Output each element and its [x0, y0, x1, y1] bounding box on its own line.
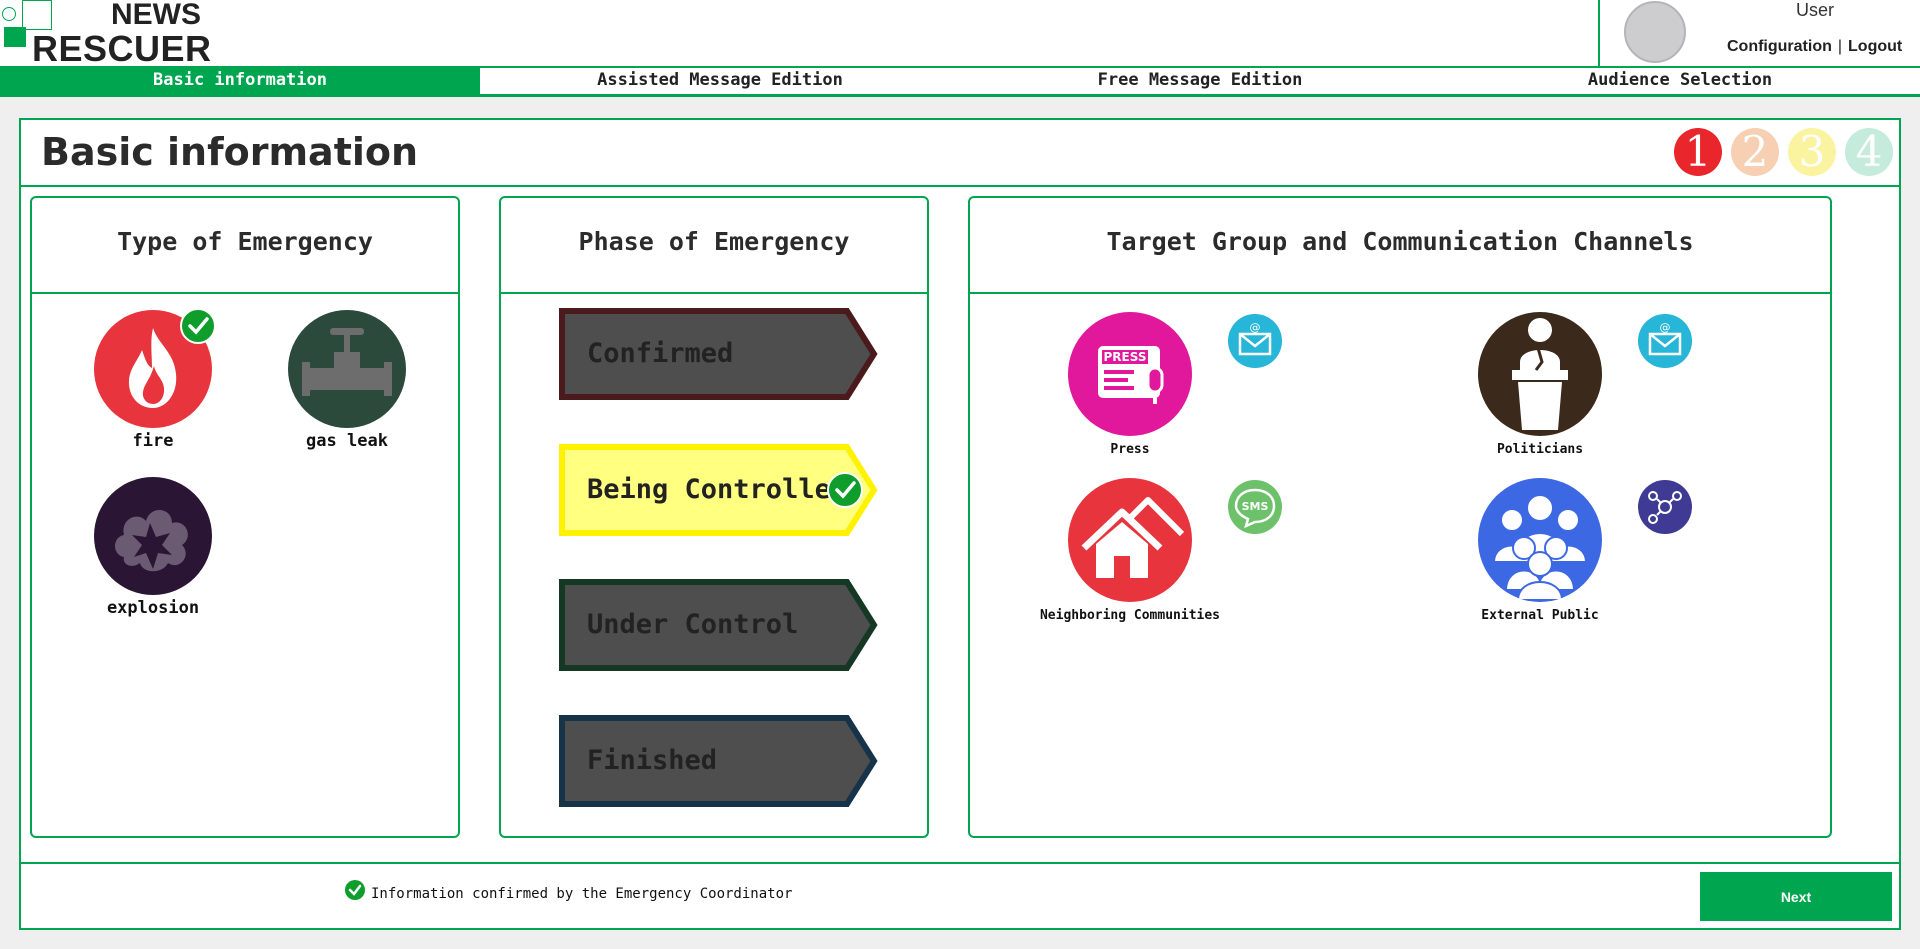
logo-shape [2, 7, 16, 21]
svg-text:PRESS: PRESS [1104, 350, 1147, 364]
logo-shape [22, 0, 52, 30]
channel-social-external-public[interactable] [1638, 480, 1692, 534]
target-group-label: Politicians [1496, 442, 1584, 457]
emergency-type-heading: Type of Emergency [32, 198, 458, 294]
emergency-type-label: fire [132, 431, 174, 451]
channel-glyph: @ [1250, 321, 1261, 334]
user-area: User Configuration | Logout [1598, 0, 1920, 66]
phase-finished[interactable]: Finished [559, 715, 879, 807]
tab-free-message-edition[interactable]: Free Message Edition [960, 68, 1440, 94]
speaker-podium-icon [1478, 312, 1602, 436]
selected-check-icon [827, 472, 863, 508]
emergency-type-label: gas leak [306, 431, 388, 451]
press-icon: PRESS [1068, 312, 1192, 436]
configuration-link[interactable]: Configuration [1727, 38, 1832, 55]
link-separator: | [1837, 38, 1843, 55]
user-name: User [1796, 0, 1835, 20]
confirmation-text: Information confirmed by the Emergency C… [371, 886, 793, 902]
page-title-bar: Basic information 1 2 3 4 [21, 120, 1899, 187]
target-group-label: External Public [1481, 608, 1599, 623]
channel-glyph: SMS [1242, 500, 1269, 513]
confirmation-message: Information confirmed by the Emergency C… [345, 880, 793, 904]
phase-confirmed[interactable]: Confirmed [559, 308, 879, 400]
target-group-press[interactable]: PRESS Press [1030, 312, 1230, 457]
step-3[interactable]: 3 [1788, 128, 1836, 176]
check-circle-icon [345, 880, 365, 900]
target-group-heading: Target Group and Communication Channels [970, 198, 1830, 294]
channel-email-politicians[interactable]: @ [1638, 314, 1692, 368]
crowd-icon [1478, 478, 1602, 602]
avatar[interactable] [1624, 1, 1686, 63]
target-group-label: Neighboring Communities [1039, 608, 1220, 623]
target-group-neighboring-communities[interactable]: Neighboring Communities [1030, 478, 1230, 623]
tab-basic-information[interactable]: Basic information [0, 68, 480, 94]
selected-check-icon [180, 308, 216, 344]
target-group-label: Press [1110, 442, 1150, 457]
social-network-icon [1648, 491, 1682, 524]
channel-email-press[interactable]: @ [1228, 314, 1282, 368]
houses-icon [1068, 478, 1192, 602]
phase-being-controlled[interactable]: Being Controlled [559, 444, 879, 536]
news-rescuer-logo[interactable]: NEWS RESCUER [0, 0, 220, 69]
emergency-phase-card: Phase of Emergency Confirmed Being Contr… [499, 196, 929, 838]
logo-text-rescuer: RESCUER [32, 28, 212, 69]
target-group-external-public[interactable]: External Public [1440, 478, 1640, 623]
emergency-phase-heading: Phase of Emergency [501, 198, 927, 294]
emergency-type-explosion[interactable]: explosion [78, 477, 228, 618]
tab-assisted-message-edition[interactable]: Assisted Message Edition [480, 68, 960, 94]
next-button[interactable]: Next [1700, 872, 1892, 921]
emergency-type-label: explosion [106, 598, 200, 618]
phase-label: Confirmed [587, 338, 734, 369]
email-icon: @ [1238, 321, 1272, 356]
tab-audience-selection[interactable]: Audience Selection [1440, 68, 1920, 94]
panel-footer: Information confirmed by the Emergency C… [21, 862, 1899, 928]
step-4[interactable]: 4 [1845, 128, 1893, 176]
user-links: Configuration | Logout [1727, 38, 1902, 56]
fire-icon [94, 308, 216, 428]
step-1[interactable]: 1 [1674, 128, 1722, 176]
phase-label: Under Control [587, 609, 799, 640]
logout-link[interactable]: Logout [1848, 38, 1902, 55]
step-2[interactable]: 2 [1731, 128, 1779, 176]
phase-label: Being Controlled [587, 474, 848, 505]
emergency-type-card: Type of Emergency fire gas leak explosio… [30, 196, 460, 838]
phase-under-control[interactable]: Under Control [559, 579, 879, 671]
target-group-politicians[interactable]: Politicians [1440, 312, 1640, 457]
target-group-card: Target Group and Communication Channels … [968, 196, 1832, 838]
emergency-type-fire[interactable]: fire [78, 308, 228, 451]
email-icon: @ [1648, 321, 1682, 356]
phase-label: Finished [587, 745, 718, 776]
page-title: Basic information [41, 130, 419, 174]
channel-glyph: @ [1660, 321, 1671, 334]
sms-icon: SMS [1234, 488, 1276, 529]
step-indicator: 1 2 3 4 [1674, 128, 1893, 176]
valve-icon [288, 310, 406, 428]
wizard-tab-bar: Basic information Assisted Message Editi… [0, 66, 1920, 97]
logo-shape [4, 27, 26, 47]
emergency-type-gas-leak[interactable]: gas leak [272, 310, 422, 451]
app-header: NEWS RESCUER User Configuration | Logout [0, 0, 1920, 69]
basic-information-panel: Basic information 1 2 3 4 Type of Emerge… [19, 118, 1901, 930]
explosion-icon [94, 477, 212, 595]
channel-sms-neighboring-communities[interactable]: SMS [1228, 480, 1282, 534]
